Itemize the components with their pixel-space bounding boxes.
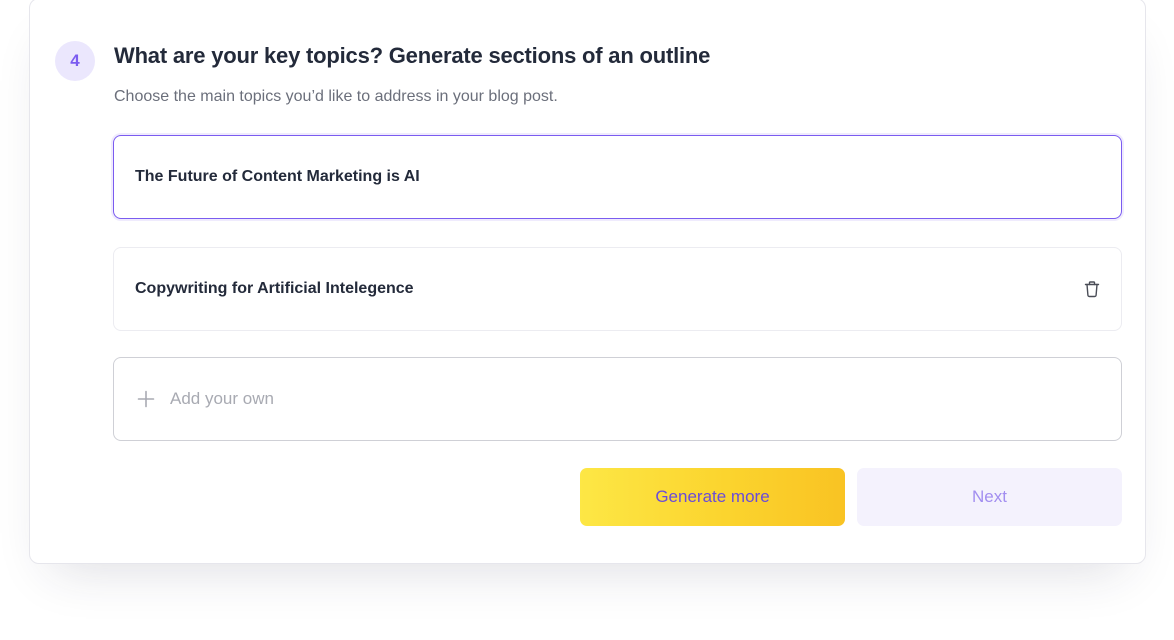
generate-more-button[interactable]: Generate more: [580, 468, 845, 526]
next-button[interactable]: Next: [857, 468, 1122, 526]
topic-label: Copywriting for Artificial Intelegence: [135, 280, 414, 297]
trash-icon[interactable]: [1081, 278, 1103, 300]
topics-step-card: 4 What are your key topics? Generate sec…: [29, 0, 1146, 564]
step-number-badge: 4: [55, 41, 95, 81]
step-title: What are your key topics? Generate secti…: [114, 43, 711, 68]
topic-item[interactable]: Copywriting for Artificial Intelegence: [113, 247, 1122, 331]
step-subtitle: Choose the main topics you’d like to add…: [114, 88, 558, 105]
add-own-topic-field[interactable]: [113, 357, 1122, 441]
add-own-input[interactable]: [170, 379, 1121, 419]
topic-item-selected[interactable]: The Future of Content Marketing is AI: [113, 135, 1122, 219]
topic-label: The Future of Content Marketing is AI: [135, 168, 420, 185]
plus-icon: [136, 389, 156, 409]
